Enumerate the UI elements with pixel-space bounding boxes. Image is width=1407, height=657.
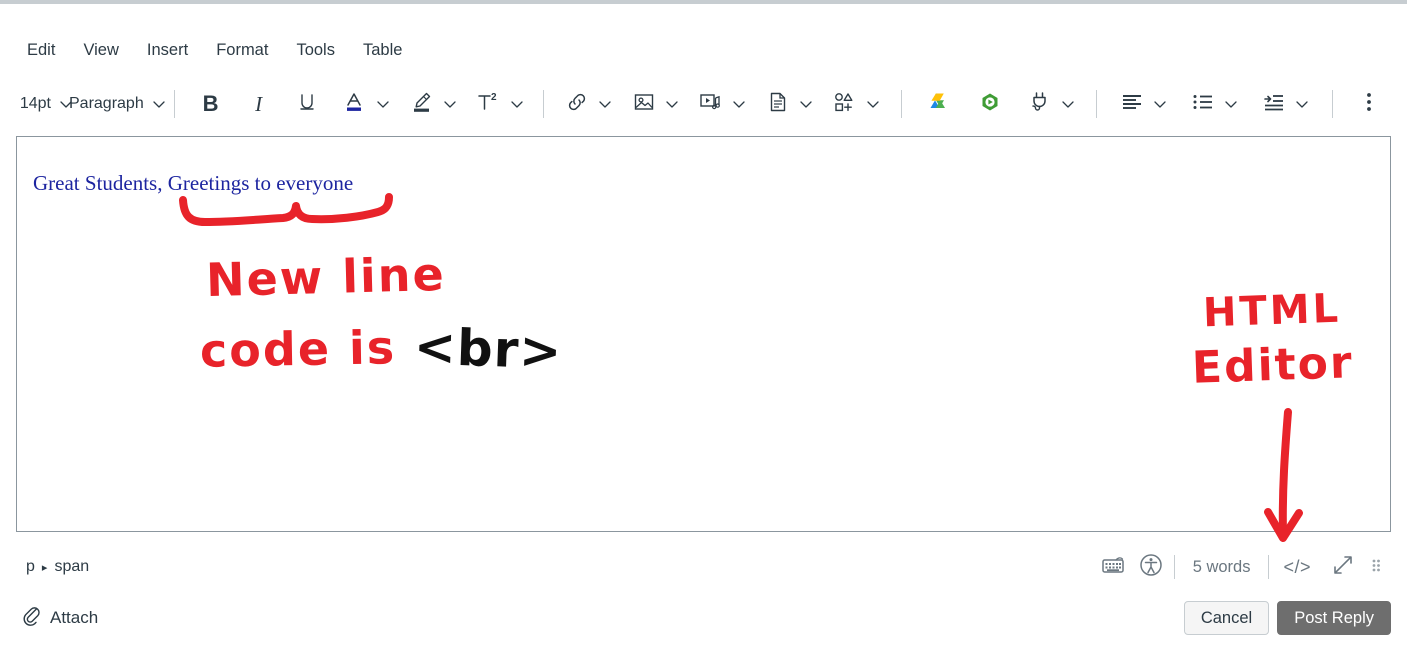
bullet-list-chevron-down-icon[interactable] <box>1223 96 1239 112</box>
italic-button[interactable]: I <box>244 87 274 121</box>
image-icon <box>632 90 656 119</box>
shapes-icon <box>832 90 858 119</box>
keyboard-shortcuts-icon <box>1100 554 1126 581</box>
media-icon <box>698 90 724 119</box>
menu-insert[interactable]: Insert <box>146 40 189 61</box>
rich-text-editor-area[interactable]: Great Students, Greetings to everyone <box>16 136 1391 532</box>
menu-format[interactable]: Format <box>215 40 269 61</box>
studio-media-icon <box>978 90 1002 119</box>
html-editor-button[interactable]: </> <box>1273 557 1321 578</box>
cancel-button[interactable]: Cancel <box>1184 601 1269 635</box>
bold-button[interactable]: B <box>196 87 226 121</box>
apps-chevron-down-icon[interactable] <box>1060 96 1076 112</box>
shapes-chevron-down-icon[interactable] <box>865 96 881 112</box>
status-separator <box>1268 555 1269 579</box>
studio-media-button[interactable] <box>975 87 1005 121</box>
underline-icon <box>296 91 318 118</box>
footer-actions: Cancel Post Reply <box>1184 601 1391 635</box>
apps-plug-icon <box>1028 90 1052 119</box>
reply-footer: Attach Cancel Post Reply <box>16 596 1391 640</box>
align-chevron-down-icon[interactable] <box>1152 96 1168 112</box>
toolbar-overflow-button[interactable] <box>1354 87 1384 121</box>
toolbar-separator <box>1332 90 1333 118</box>
image-button[interactable] <box>629 87 659 121</box>
document-chevron-down-icon[interactable] <box>798 96 814 112</box>
accessibility-checker-icon <box>1138 552 1164 583</box>
indent-button[interactable] <box>1259 87 1289 121</box>
post-reply-button[interactable]: Post Reply <box>1277 601 1391 635</box>
menu-tools[interactable]: Tools <box>295 40 336 61</box>
media-button[interactable] <box>696 87 726 121</box>
menu-edit[interactable]: Edit <box>26 40 56 61</box>
apps-button[interactable] <box>1025 87 1055 121</box>
google-drive-button[interactable] <box>925 87 955 121</box>
word-count-label: 5 words <box>1179 558 1265 577</box>
superscript-chevron-down-icon[interactable] <box>509 96 525 112</box>
fullscreen-expand-icon <box>1330 552 1356 583</box>
menu-view[interactable]: View <box>82 40 119 61</box>
fullscreen-button[interactable] <box>1321 550 1365 584</box>
element-path-parent[interactable]: p <box>26 558 35 576</box>
toolbar-separator <box>901 90 902 118</box>
resize-handle[interactable] <box>1365 550 1391 584</box>
highlighter-icon <box>410 90 434 119</box>
menu-table[interactable]: Table <box>362 40 403 61</box>
paperclip-icon <box>20 605 42 632</box>
italic-icon: I <box>255 92 262 117</box>
google-drive-icon <box>927 90 953 119</box>
menubar: Edit View Insert Format Tools Table <box>26 40 403 61</box>
document-icon <box>766 90 790 119</box>
link-chevron-down-icon[interactable] <box>597 96 613 112</box>
editor-status-bar: p ▸ span <box>16 548 1391 586</box>
superscript-button[interactable]: 2 <box>474 87 504 121</box>
attach-button[interactable]: Attach <box>20 605 98 632</box>
align-left-icon <box>1119 91 1145 118</box>
block-format-select[interactable]: Paragraph <box>80 87 152 121</box>
indent-chevron-down-icon[interactable] <box>1294 96 1310 112</box>
element-path-separator-icon: ▸ <box>42 561 48 574</box>
block-format-value: Paragraph <box>63 95 146 113</box>
indent-icon <box>1261 91 1287 118</box>
status-bar-actions: 5 words </> <box>1094 550 1391 584</box>
overflow-menu-icon <box>1365 90 1373 119</box>
editor-content-text[interactable]: Great Students, Greetings to everyone <box>33 171 353 196</box>
font-size-select[interactable]: 14pt <box>24 87 68 121</box>
status-separator <box>1174 555 1175 579</box>
image-chevron-down-icon[interactable] <box>664 96 680 112</box>
font-size-value: 14pt <box>14 95 53 113</box>
attach-label: Attach <box>50 608 98 628</box>
bold-icon: B <box>203 91 219 117</box>
chevron-down-icon[interactable] <box>151 96 167 112</box>
element-path-breadcrumb: p ▸ span <box>26 558 89 576</box>
superscript-icon: 2 <box>476 90 502 119</box>
svg-text:2: 2 <box>491 92 497 103</box>
highlight-button[interactable] <box>407 87 437 121</box>
text-color-button[interactable] <box>340 87 370 121</box>
underline-button[interactable] <box>292 87 322 121</box>
bullet-list-icon <box>1190 91 1216 118</box>
align-button[interactable] <box>1117 87 1147 121</box>
top-divider <box>0 0 1407 4</box>
shapes-button[interactable] <box>830 87 860 121</box>
accessibility-checker-button[interactable] <box>1132 550 1170 584</box>
document-button[interactable] <box>763 87 793 121</box>
link-button[interactable] <box>562 87 592 121</box>
media-chevron-down-icon[interactable] <box>731 96 747 112</box>
element-path-child[interactable]: span <box>54 558 89 576</box>
bullet-list-button[interactable] <box>1188 87 1218 121</box>
toolbar-separator <box>1096 90 1097 118</box>
link-icon <box>565 90 589 119</box>
highlight-chevron-down-icon[interactable] <box>442 96 458 112</box>
text-color-icon <box>343 90 367 119</box>
toolbar-separator <box>543 90 544 118</box>
formatting-toolbar: 14pt Paragraph B I <box>24 84 1384 124</box>
toolbar-separator <box>174 90 175 118</box>
keyboard-shortcuts-button[interactable] <box>1094 550 1132 584</box>
resize-handle-icon <box>1371 558 1385 577</box>
text-color-chevron-down-icon[interactable] <box>375 96 391 112</box>
